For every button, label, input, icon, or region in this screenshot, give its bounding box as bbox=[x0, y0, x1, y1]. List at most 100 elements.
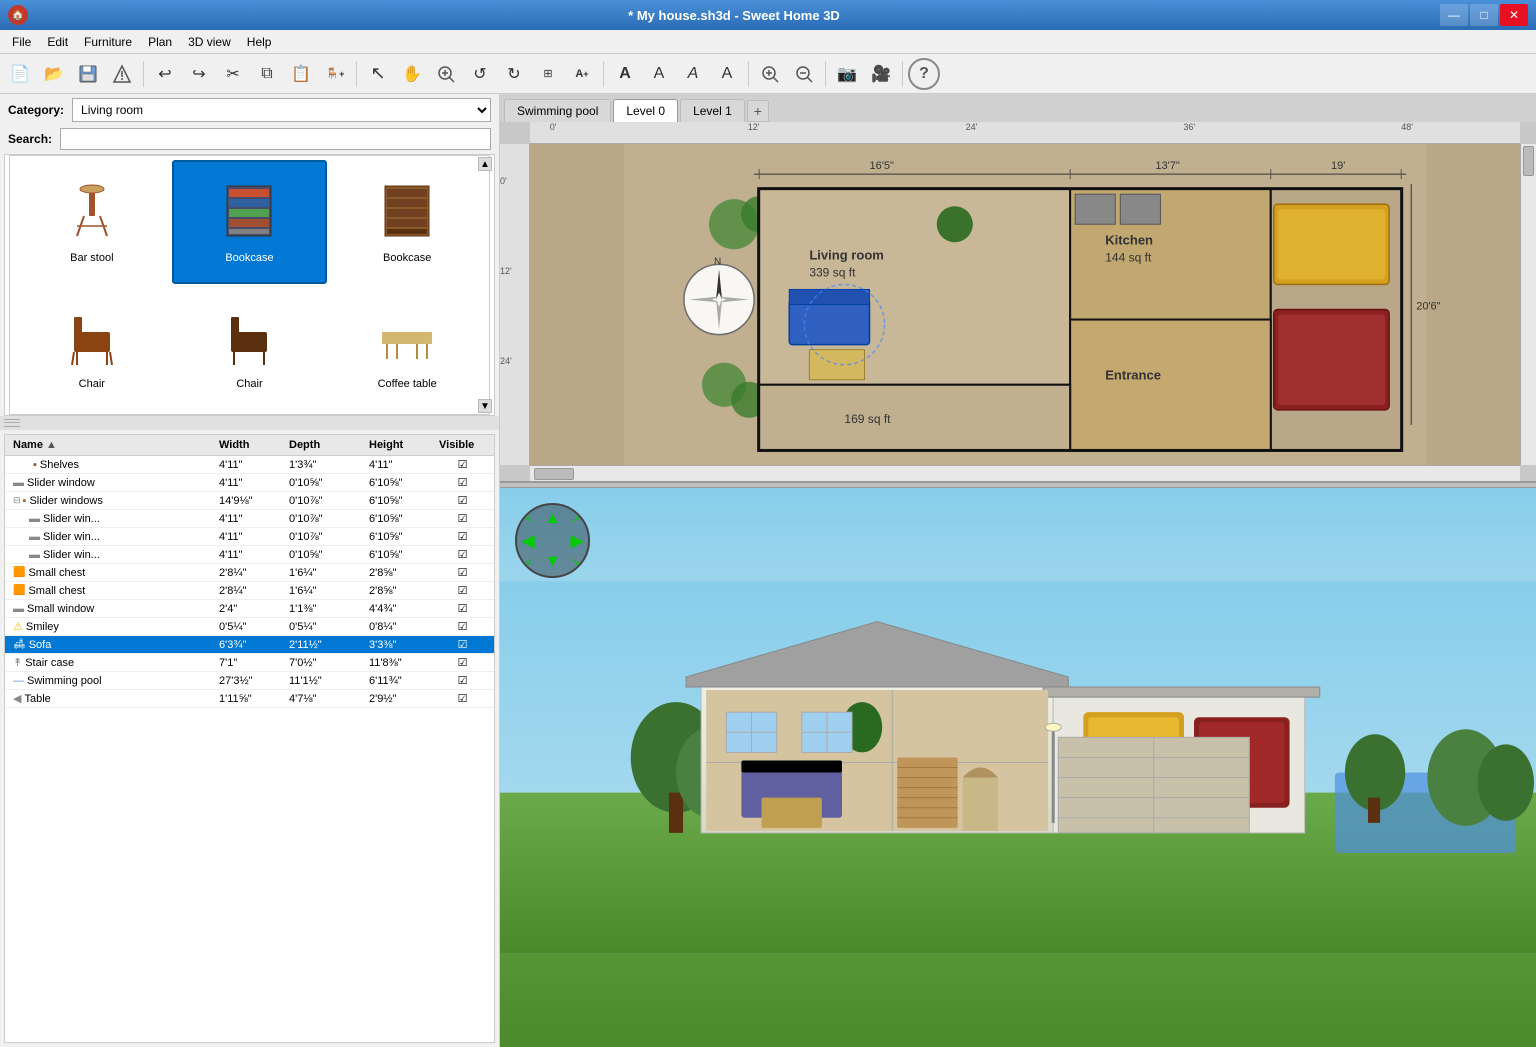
menu-plan[interactable]: Plan bbox=[140, 33, 180, 51]
hand-button[interactable]: ✋ bbox=[396, 58, 428, 90]
text-bold-button[interactable]: A bbox=[609, 58, 641, 90]
furniture-item-bookcase2[interactable]: Bookcase bbox=[329, 160, 485, 284]
list-item-sofa[interactable]: 🛋Sofa 6'3¾" 2'11½" 3'3⅜" ☑ bbox=[5, 636, 494, 654]
dimension-button[interactable]: ⊞ bbox=[532, 58, 564, 90]
list-item-small-chest1[interactable]: 🟧Small chest 2'8¼" 1'6¼" 2'8⅝" ☑ bbox=[5, 564, 494, 582]
list-item-slider-win2[interactable]: ▬Slider win... 4'11" 0'10⅞" 6'10⅝" ☑ bbox=[5, 528, 494, 546]
menu-3dview[interactable]: 3D view bbox=[180, 33, 239, 51]
tab-level0[interactable]: Level 0 bbox=[613, 99, 678, 122]
nav-down-arrow[interactable]: ▼ bbox=[545, 553, 561, 571]
tab-level1[interactable]: Level 1 bbox=[680, 99, 745, 122]
slider-win1-width: 4'11" bbox=[215, 511, 285, 526]
text-italic-button[interactable]: A bbox=[677, 58, 709, 90]
nav-right-arrow[interactable]: ▶ bbox=[571, 531, 583, 551]
slider-win2-visible[interactable]: ☑ bbox=[435, 529, 490, 544]
slider-windows-visible[interactable]: ☑ bbox=[435, 493, 490, 508]
paste-button[interactable]: 📋 bbox=[285, 58, 317, 90]
zoom-area-button[interactable] bbox=[430, 58, 462, 90]
swimming-pool-visible[interactable]: ☑ bbox=[435, 673, 490, 688]
list-item-small-window[interactable]: ▬Small window 2'4" 1'1⅜" 4'4¾" ☑ bbox=[5, 600, 494, 618]
menu-edit[interactable]: Edit bbox=[39, 33, 76, 51]
list-item-slider-win1[interactable]: ▬Slider win... 4'11" 0'10⅞" 6'10⅝" ☑ bbox=[5, 510, 494, 528]
undo-button[interactable]: ↩ bbox=[149, 58, 181, 90]
maximize-button[interactable]: □ bbox=[1470, 4, 1498, 26]
furniture-item-coffeetable[interactable]: Coffee table bbox=[329, 286, 485, 410]
col-name[interactable]: Name ▲ bbox=[9, 437, 215, 453]
slider-win3-height: 6'10⅝" bbox=[365, 547, 435, 562]
slider-win3-depth: 0'10⅝" bbox=[285, 547, 365, 562]
nav-downright-arrow[interactable]: ↘ bbox=[571, 555, 580, 568]
text-size-button[interactable]: A+ bbox=[566, 58, 598, 90]
list-item-table[interactable]: ◀Table 1'11⅝" 4'7⅛" 2'9½" ☑ bbox=[5, 690, 494, 708]
smiley-visible[interactable]: ☑ bbox=[435, 619, 490, 634]
bookcase2-name: Bookcase bbox=[383, 252, 431, 264]
list-item-stair-case[interactable]: ↟Stair case 7'1" 7'0½" 11'8⅜" ☑ bbox=[5, 654, 494, 672]
stair-case-visible[interactable]: ☑ bbox=[435, 655, 490, 670]
open-button[interactable]: 📂 bbox=[38, 58, 70, 90]
add-furniture-button[interactable]: 🪑+ bbox=[319, 58, 351, 90]
tab-add-button[interactable]: + bbox=[747, 100, 769, 122]
scan-button[interactable] bbox=[106, 58, 138, 90]
tab-swimming-pool[interactable]: Swimming pool bbox=[504, 99, 611, 122]
list-item-swimming-pool[interactable]: —Swimming pool 27'3½" 11'1½" 6'11¾" ☑ bbox=[5, 672, 494, 690]
vscrollbar[interactable] bbox=[1520, 144, 1536, 465]
list-item-slider-win3[interactable]: ▬Slider win... 4'11" 0'10⅝" 6'10⅝" ☑ bbox=[5, 546, 494, 564]
menu-file[interactable]: File bbox=[4, 33, 39, 51]
select-button[interactable]: ↖ bbox=[362, 58, 394, 90]
close-button[interactable]: ✕ bbox=[1500, 4, 1528, 26]
view-3d[interactable]: ▲ ▼ ◀ ▶ ↖ ↗ ↙ ↘ bbox=[500, 488, 1536, 1047]
copy-button[interactable]: ⧉ bbox=[251, 58, 283, 90]
slider-win1-visible[interactable]: ☑ bbox=[435, 511, 490, 526]
new-button[interactable]: 📄 bbox=[4, 58, 36, 90]
help-button[interactable]: ? bbox=[908, 58, 940, 90]
list-item-slider-window[interactable]: ▬Slider window 4'11" 0'10⅝" 6'10⅝" ☑ bbox=[5, 474, 494, 492]
small-chest1-visible[interactable]: ☑ bbox=[435, 565, 490, 580]
nav-upright-arrow[interactable]: ↗ bbox=[571, 513, 580, 526]
text-normal-button[interactable]: A bbox=[643, 58, 675, 90]
cut-button[interactable]: ✂ bbox=[217, 58, 249, 90]
grid-scroll-up[interactable]: ▲ bbox=[478, 157, 492, 171]
zoom-out-button[interactable] bbox=[788, 58, 820, 90]
list-item-shelves[interactable]: ▪Shelves 4'11" 1'3¾" 4'11" ☑ bbox=[5, 456, 494, 474]
text-light-button[interactable]: A bbox=[711, 58, 743, 90]
minimize-button[interactable]: — bbox=[1440, 4, 1468, 26]
nav-up-arrow[interactable]: ▲ bbox=[545, 510, 561, 528]
list-item-smiley[interactable]: ⚠Smiley 0'5¼" 0'5¼" 0'8¼" ☑ bbox=[5, 618, 494, 636]
slider-win3-visible[interactable]: ☑ bbox=[435, 547, 490, 562]
list-item-small-chest2[interactable]: 🟧Small chest 2'8¼" 1'6¼" 2'8⅝" ☑ bbox=[5, 582, 494, 600]
ruler-v-24: 24' bbox=[500, 356, 512, 366]
photo-button[interactable]: 📷 bbox=[831, 58, 863, 90]
col-visible[interactable]: Visible bbox=[435, 437, 490, 453]
table-visible[interactable]: ☑ bbox=[435, 691, 490, 706]
furniture-item-chair2[interactable]: Chair bbox=[172, 286, 328, 410]
rotate-ccw-button[interactable]: ↺ bbox=[464, 58, 496, 90]
slider-window-visible[interactable]: ☑ bbox=[435, 475, 490, 490]
video-button[interactable]: 🎥 bbox=[865, 58, 897, 90]
redo-button[interactable]: ↪ bbox=[183, 58, 215, 90]
category-select[interactable]: Living room Bedroom Kitchen Bathroom bbox=[72, 98, 491, 122]
search-input[interactable] bbox=[60, 128, 491, 150]
rotate-cw-button[interactable]: ↻ bbox=[498, 58, 530, 90]
furniture-item-chair1[interactable]: Chair bbox=[14, 286, 170, 410]
floor-plan[interactable]: 0' 12' 24' 36' 48' 0' 12' 24' bbox=[500, 122, 1536, 482]
small-window-visible[interactable]: ☑ bbox=[435, 601, 490, 616]
shelves-visible[interactable]: ☑ bbox=[435, 457, 490, 472]
menu-help[interactable]: Help bbox=[239, 33, 280, 51]
menu-furniture[interactable]: Furniture bbox=[76, 33, 140, 51]
save-button[interactable] bbox=[72, 58, 104, 90]
sofa-visible[interactable]: ☑ bbox=[435, 637, 490, 652]
nav-upleft-arrow[interactable]: ↖ bbox=[525, 513, 534, 526]
small-chest2-visible[interactable]: ☑ bbox=[435, 583, 490, 598]
nav-left-arrow[interactable]: ◀ bbox=[522, 531, 534, 551]
furniture-item-barstool[interactable]: Bar stool bbox=[14, 160, 170, 284]
grid-scroll-down[interactable]: ▼ bbox=[478, 399, 492, 413]
col-depth[interactable]: Depth bbox=[285, 437, 365, 453]
zoom-in-button[interactable] bbox=[754, 58, 786, 90]
furniture-item-bookcase1[interactable]: Bookcase bbox=[172, 160, 328, 284]
hscrollbar[interactable] bbox=[530, 465, 1520, 481]
stair-case-height: 11'8⅜" bbox=[365, 655, 435, 670]
col-width[interactable]: Width bbox=[215, 437, 285, 453]
list-item-slider-windows-group[interactable]: ⊟ ▪Slider windows 14'9⅛" 0'10⅞" 6'10⅝" ☑ bbox=[5, 492, 494, 510]
nav-downleft-arrow[interactable]: ↙ bbox=[525, 555, 534, 568]
col-height[interactable]: Height bbox=[365, 437, 435, 453]
